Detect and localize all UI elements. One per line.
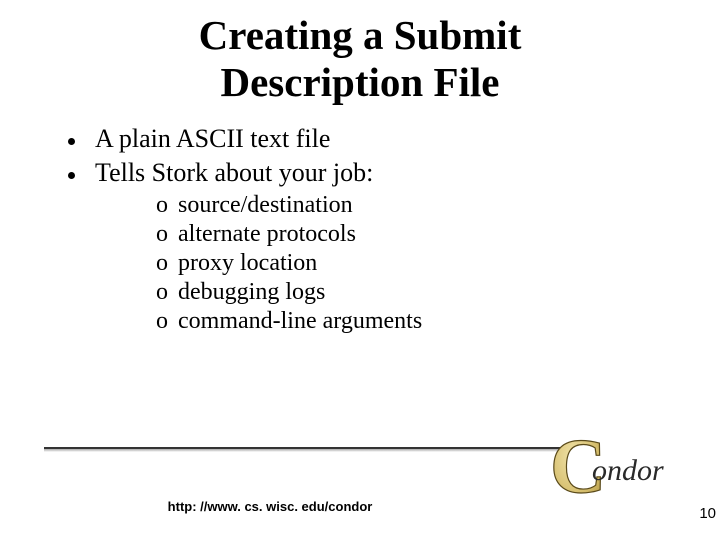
slide-body: A plain ASCII text file Tells Stork abou… [68, 124, 720, 335]
bullet-dot-icon [68, 138, 75, 145]
logo-text: ondor [592, 454, 664, 487]
page-number: 10 [699, 505, 716, 522]
sub-bullet-list: o source/destination o alternate protoco… [156, 192, 720, 335]
slide-title: Creating a Submit Description File [0, 12, 720, 106]
sub-bullet-text: debugging logs [178, 279, 325, 306]
title-line-1: Creating a Submit [0, 12, 720, 59]
sub-bullet-item: o debugging logs [156, 279, 720, 306]
title-line-2: Description File [0, 59, 720, 106]
bullet-text: A plain ASCII text file [95, 124, 330, 154]
sub-bullet-text: command-line arguments [178, 308, 422, 335]
o-marker-icon: o [156, 308, 178, 335]
bullet-item: A plain ASCII text file [68, 124, 720, 154]
sub-bullet-text: alternate protocols [178, 221, 356, 248]
sub-bullet-text: source/destination [178, 192, 353, 219]
bullet-item: Tells Stork about your job: [68, 158, 720, 188]
sub-bullet-item: o alternate protocols [156, 221, 720, 248]
condor-logo: C ondor [542, 414, 692, 524]
sub-bullet-item: o command-line arguments [156, 308, 720, 335]
divider-shadow [44, 449, 560, 452]
slide: Creating a Submit Description File A pla… [0, 12, 720, 540]
footer-url: http: //www. cs. wisc. edu/condor [0, 499, 540, 514]
o-marker-icon: o [156, 192, 178, 219]
o-marker-icon: o [156, 221, 178, 248]
o-marker-icon: o [156, 279, 178, 306]
bullet-text: Tells Stork about your job: [95, 158, 373, 188]
sub-bullet-item: o proxy location [156, 250, 720, 277]
sub-bullet-item: o source/destination [156, 192, 720, 219]
bullet-dot-icon [68, 172, 75, 179]
sub-bullet-text: proxy location [178, 250, 317, 277]
o-marker-icon: o [156, 250, 178, 277]
divider [44, 447, 560, 452]
